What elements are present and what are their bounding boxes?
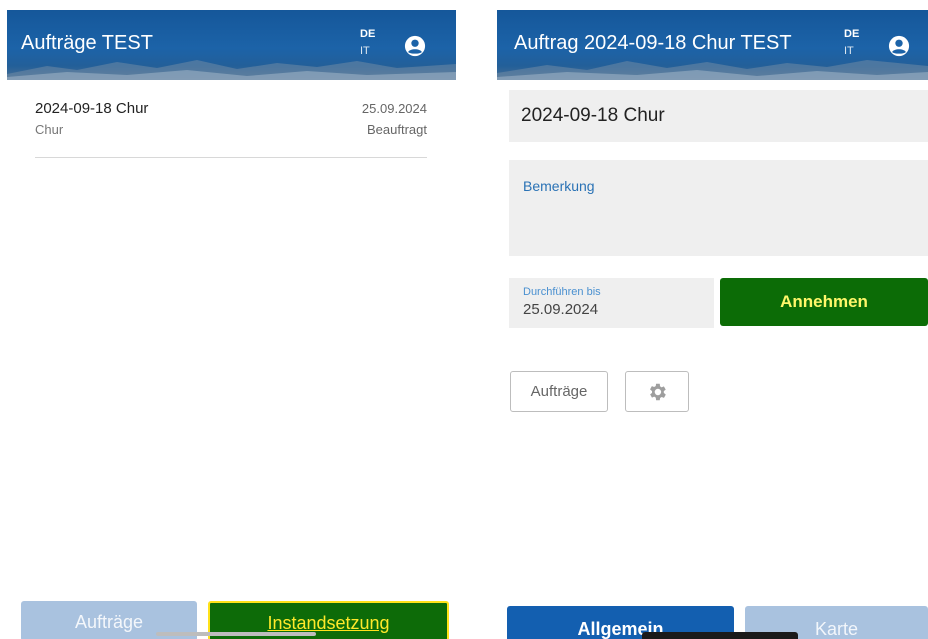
durchfuehren-bis-value: 25.09.2024 <box>523 301 599 318</box>
app-bar: Aufträge TEST DE IT <box>7 10 456 80</box>
app-bar-title: Auftrag 2024-09-18 Chur TEST <box>514 32 792 54</box>
app-bar-title: Aufträge TEST <box>21 32 153 54</box>
bemerkung-field[interactable]: Bemerkung <box>509 160 928 256</box>
list-item[interactable]: 2024-09-18 Chur Chur 25.09.2024 Beauftra… <box>35 97 427 158</box>
language-switch[interactable]: DE IT <box>844 26 859 60</box>
durchfuehren-bis-field[interactable]: Durchführen bis 25.09.2024 <box>509 278 714 328</box>
language-switch[interactable]: DE IT <box>360 26 375 60</box>
annehmen-button[interactable]: Annehmen <box>720 278 928 326</box>
app-bar: Auftrag 2024-09-18 Chur TEST DE IT <box>497 10 928 80</box>
order-status: Beauftragt <box>367 122 427 137</box>
orders-list-screen: Aufträge TEST DE IT 2024-09-18 Chur Chur… <box>0 0 460 639</box>
lang-it-option[interactable]: IT <box>844 43 859 60</box>
lang-it-option[interactable]: IT <box>360 43 375 60</box>
scroll-indicator <box>156 632 316 636</box>
order-name-field[interactable]: 2024-09-18 Chur <box>509 90 928 142</box>
bemerkung-label: Bemerkung <box>523 178 595 194</box>
scroll-indicator <box>642 632 798 639</box>
order-detail-screen: Auftrag 2024-09-18 Chur TEST DE IT 2024-… <box>497 0 928 639</box>
gear-icon <box>650 383 666 401</box>
durchfuehren-bis-label: Durchführen bis <box>523 286 601 298</box>
order-title: 2024-09-18 Chur <box>35 100 149 117</box>
order-location: Chur <box>35 122 64 137</box>
settings-button[interactable] <box>625 371 689 412</box>
account-circle-icon[interactable] <box>888 35 910 57</box>
mountain-backdrop <box>497 60 928 80</box>
lang-de-option[interactable]: DE <box>360 26 375 43</box>
account-circle-icon[interactable] <box>404 35 426 57</box>
order-date: 25.09.2024 <box>361 101 427 116</box>
lang-de-option[interactable]: DE <box>844 26 859 43</box>
auftraege-button[interactable]: Aufträge <box>510 371 608 412</box>
instandsetzung-label: Instandsetzung <box>267 613 390 633</box>
mountain-backdrop <box>7 60 456 80</box>
